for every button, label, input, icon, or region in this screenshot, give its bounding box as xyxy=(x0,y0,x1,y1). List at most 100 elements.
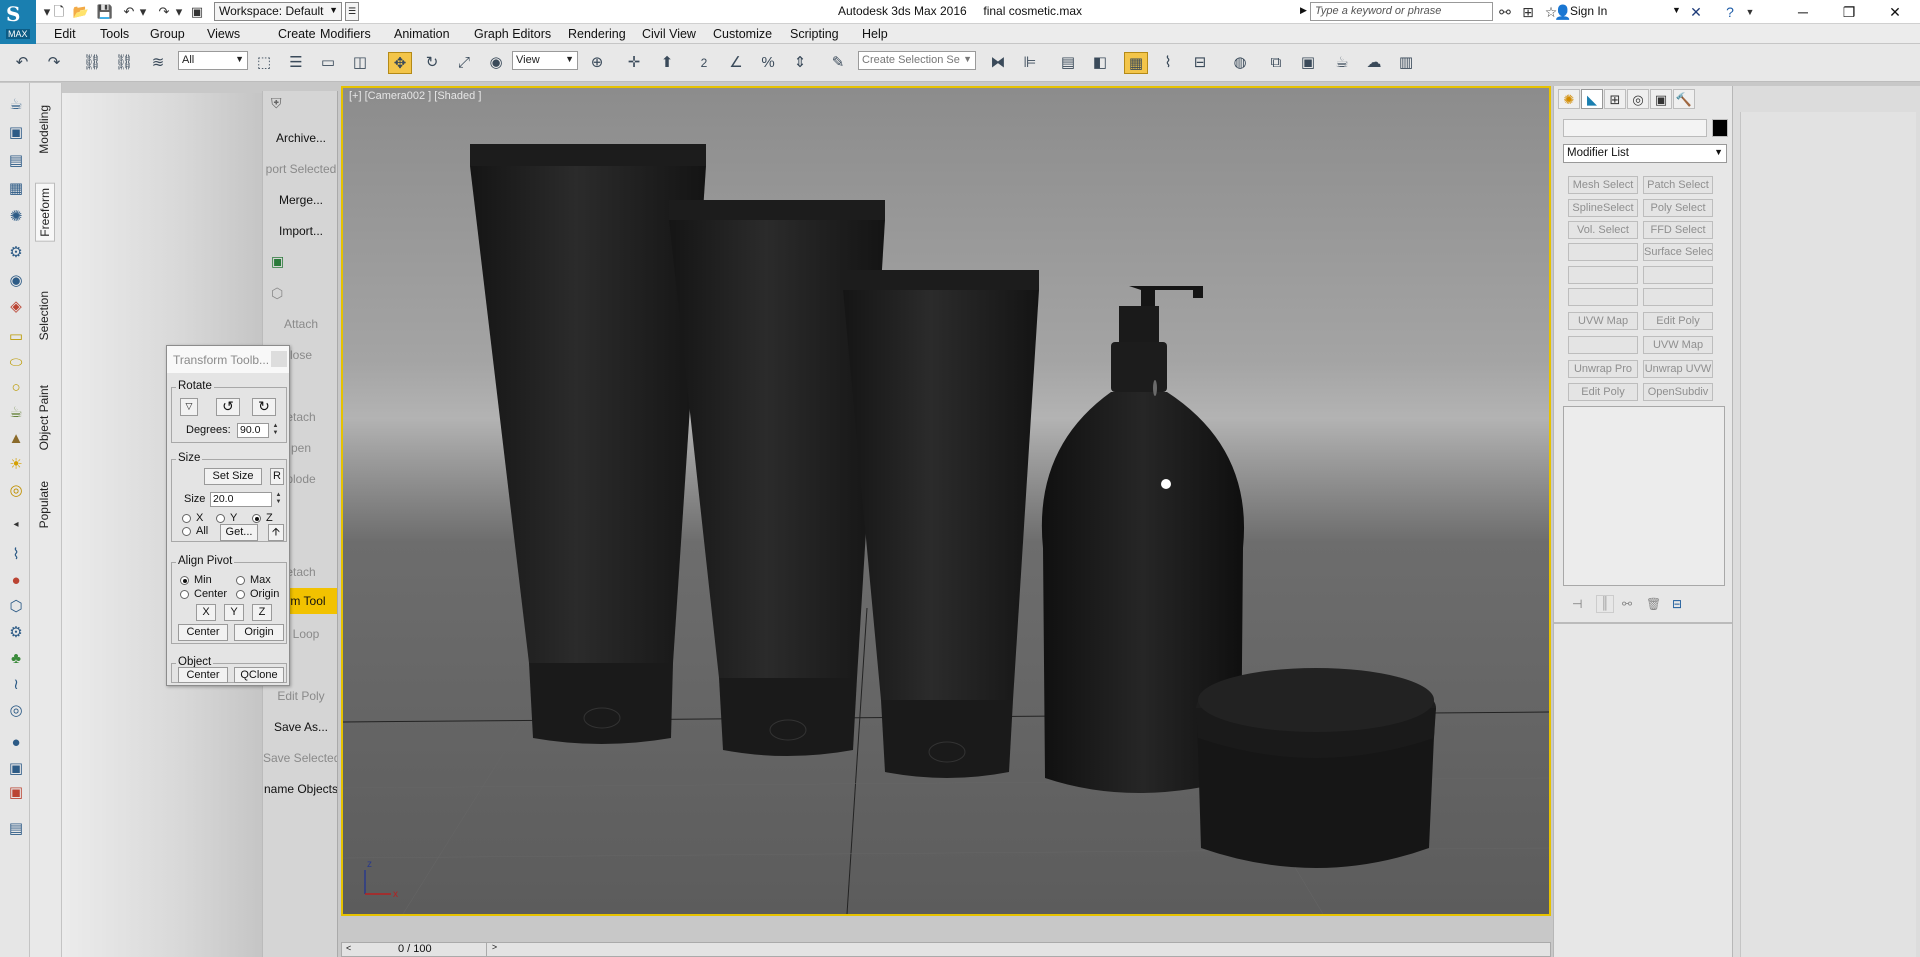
modifier-set-button[interactable]: UVW Map xyxy=(1568,312,1638,330)
search-expand-icon[interactable]: ▶ xyxy=(1300,5,1307,16)
help-icon[interactable]: ? xyxy=(1720,2,1740,22)
application-button[interactable]: S MAX xyxy=(0,0,36,44)
toggle-layer-explorer-icon[interactable]: ◧ xyxy=(1088,52,1112,74)
modifier-set-button[interactable] xyxy=(1643,288,1713,306)
size-all-radio[interactable] xyxy=(182,527,191,536)
archive-button[interactable]: Archive... xyxy=(263,131,337,145)
edit-poly-button[interactable]: Edit Poly xyxy=(263,689,337,703)
menu-edit[interactable]: Edit xyxy=(54,27,76,41)
undo-icon[interactable]: ↶ xyxy=(10,52,34,74)
select-and-move-icon[interactable]: ✥ xyxy=(388,52,412,74)
export-selected-button[interactable]: port Selected xyxy=(263,162,337,176)
circle-icon[interactable]: ○ xyxy=(5,378,27,398)
degrees-spinner[interactable]: ▲ ▼ xyxy=(271,423,280,438)
menu-modifiers[interactable]: Modifiers xyxy=(320,27,371,41)
toggle-scene-explorer-icon[interactable]: ▤ xyxy=(1056,52,1080,74)
cone-icon[interactable]: ▲ xyxy=(5,429,27,449)
pivot-y-button[interactable]: Y xyxy=(224,604,244,621)
minimize-button[interactable]: ─ xyxy=(1780,0,1826,24)
menu-group[interactable]: Group xyxy=(150,27,185,41)
keyboard-shortcut-override-icon[interactable]: ⬆ xyxy=(655,52,679,74)
modifier-set-button[interactable]: Poly Select xyxy=(1643,199,1713,217)
modifier-set-button[interactable]: Mesh Select xyxy=(1568,176,1638,194)
menu-help[interactable]: Help xyxy=(862,27,888,41)
modifier-set-button[interactable] xyxy=(1568,288,1638,306)
get-size-button[interactable]: Get... xyxy=(220,524,258,541)
compound-icon[interactable]: ⬡ xyxy=(5,597,27,617)
viewport-label[interactable]: [+] [Camera002 ] [Shaded ] xyxy=(349,90,481,102)
next-frame-icon[interactable]: > xyxy=(486,942,502,957)
particles-icon[interactable]: ● xyxy=(5,571,27,591)
align-icon[interactable]: ⊫ xyxy=(1018,52,1042,74)
menu-create[interactable]: Create xyxy=(278,27,316,41)
rendered-frame-window-icon[interactable]: ▣ xyxy=(1296,52,1320,74)
remove-modifier-icon[interactable]: 🗑 xyxy=(1646,597,1661,611)
angle-snap-icon[interactable]: ∠ xyxy=(724,52,748,74)
toggle-ribbon-icon[interactable]: ▦ xyxy=(1124,52,1148,74)
help-dropdown-icon[interactable]: ▼ xyxy=(1740,2,1760,22)
sphere-icon[interactable]: ● xyxy=(5,733,27,753)
subscription-icon[interactable]: ⊞ xyxy=(1518,2,1538,22)
menu-views[interactable]: Views xyxy=(207,27,240,41)
menu-animation[interactable]: Animation xyxy=(394,27,450,41)
size-y-radio[interactable] xyxy=(216,514,225,523)
binoculars-icon[interactable]: ⚯ xyxy=(1495,2,1515,22)
reference-coordinate-dropdown[interactable]: View ▼ xyxy=(512,51,578,70)
display-tab-icon[interactable]: ▣ xyxy=(1650,89,1672,109)
modifier-set-button[interactable]: UVW Map xyxy=(1643,336,1713,354)
named-selection-dropdown[interactable]: Create Selection Se ▼ xyxy=(858,51,976,70)
modifier-set-button[interactable]: FFD Select xyxy=(1643,221,1713,239)
selection-filter-dropdown[interactable]: All ▼ xyxy=(178,51,248,70)
motion-tab-icon[interactable]: ◎ xyxy=(1627,89,1649,109)
degrees-input[interactable]: 90.0 xyxy=(237,423,269,438)
pin-stack-icon[interactable]: ⊣ xyxy=(1572,597,1582,611)
workspace-menu-button[interactable]: ☰ xyxy=(345,2,359,21)
ellipse-icon[interactable]: ⬭ xyxy=(5,353,27,373)
modifier-set-button[interactable]: Unwrap Pro xyxy=(1568,360,1638,378)
spring-icon[interactable]: ⌇ xyxy=(5,545,27,565)
save-as-button[interactable]: Save As... xyxy=(263,720,337,734)
pivot-max-radio[interactable] xyxy=(236,576,245,585)
sign-in-button[interactable]: Sign In xyxy=(1570,4,1607,18)
make-unique-icon[interactable]: ⚯ xyxy=(1622,597,1632,611)
pick-up-arrow-icon[interactable]: 🡩 xyxy=(268,524,284,541)
percent-snap-icon[interactable]: % xyxy=(756,52,780,74)
grid-icon[interactable]: ▦ xyxy=(5,179,27,199)
menu-customize[interactable]: Customize xyxy=(713,27,772,41)
attach-button[interactable]: Attach xyxy=(263,317,337,331)
select-object-icon[interactable]: ⬚ xyxy=(252,52,276,74)
import-button[interactable]: Import... xyxy=(263,224,337,238)
list-icon[interactable]: ▤ xyxy=(5,151,27,171)
select-manipulate-icon[interactable]: ✛ xyxy=(622,52,646,74)
close-icon[interactable] xyxy=(271,351,287,367)
mirror-icon[interactable]: ⧓ xyxy=(986,52,1010,74)
material-editor-icon[interactable]: ◍ xyxy=(1228,52,1252,74)
camera-icon[interactable]: ◉ xyxy=(5,271,27,291)
modifier-set-button[interactable]: Edit Poly xyxy=(1643,312,1713,330)
render-production-icon[interactable]: ☕ xyxy=(1330,52,1354,74)
modifier-set-button[interactable] xyxy=(1643,266,1713,284)
select-by-name-icon[interactable]: ☰ xyxy=(284,52,308,74)
light-icon[interactable]: ✺ xyxy=(5,207,27,227)
target-icon[interactable]: ◎ xyxy=(5,701,27,721)
sun-icon[interactable]: ☀ xyxy=(5,455,27,475)
redo-dropdown-icon[interactable]: ▾ xyxy=(170,3,188,21)
select-and-link-icon[interactable]: ⛓ xyxy=(80,52,104,74)
material-icon[interactable]: ◈ xyxy=(5,297,27,317)
cube-icon[interactable]: ⬡ xyxy=(271,285,293,303)
rectangular-selection-icon[interactable]: ▭ xyxy=(316,52,340,74)
render-frame-icon[interactable]: ▣ xyxy=(5,783,27,803)
hair-icon[interactable]: ≀ xyxy=(5,675,27,695)
sign-in-dropdown-icon[interactable]: ▼ xyxy=(1672,5,1681,15)
rectangle-icon[interactable]: ▭ xyxy=(5,327,27,347)
pivot-min-radio[interactable] xyxy=(180,576,189,585)
modifier-set-button[interactable]: Patch Select xyxy=(1643,176,1713,194)
workspace-dropdown[interactable]: Workspace: Default ▼ xyxy=(214,2,342,21)
object-color-swatch[interactable] xyxy=(1712,119,1728,137)
search-input[interactable]: Type a keyword or phrase xyxy=(1310,2,1493,21)
configure-modifier-sets-icon[interactable]: ⊟ xyxy=(1672,597,1682,611)
close-button[interactable]: ✕ xyxy=(1872,0,1918,24)
select-and-rotate-icon[interactable]: ↻ xyxy=(420,52,444,74)
modifier-set-button[interactable] xyxy=(1568,266,1638,284)
modifier-set-button[interactable]: OpenSubdiv xyxy=(1643,383,1713,401)
